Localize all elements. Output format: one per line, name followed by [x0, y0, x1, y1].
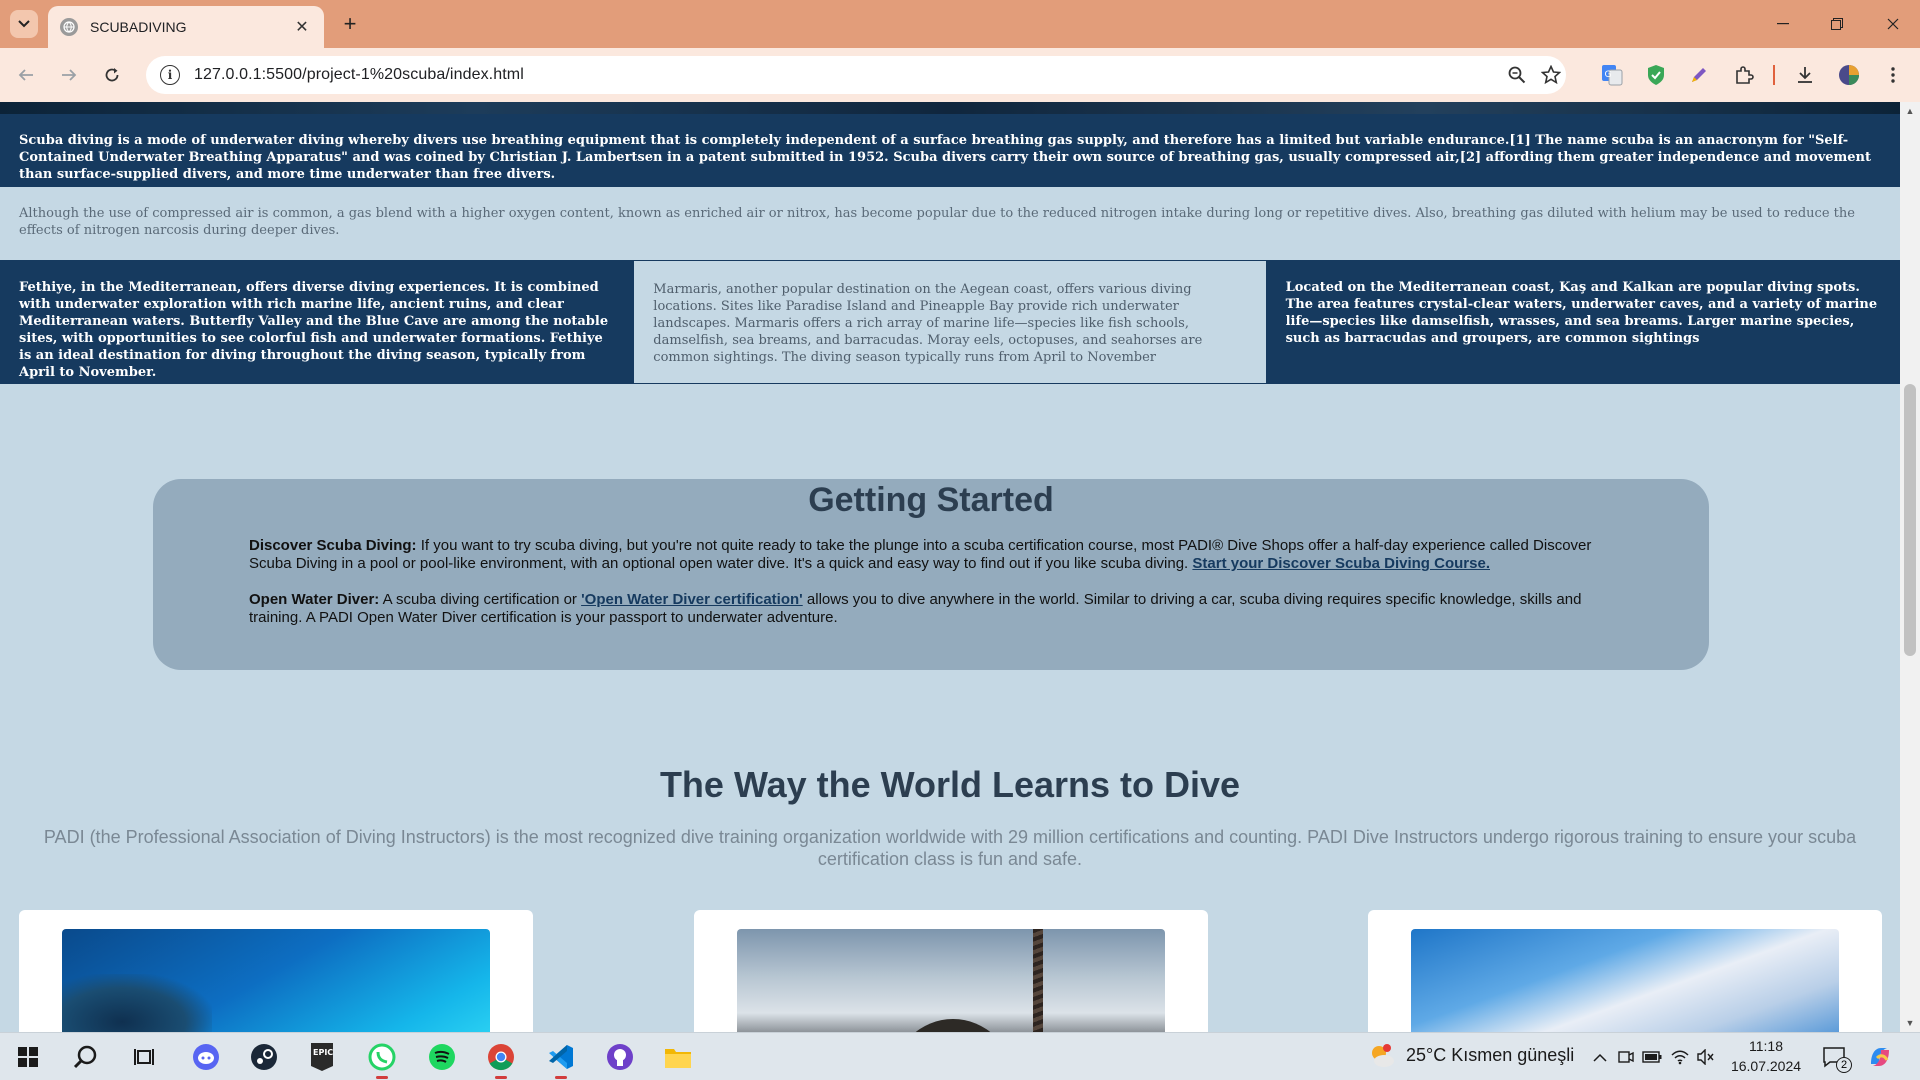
tab-title: SCUBADIVING — [90, 19, 187, 35]
address-bar[interactable]: i 127.0.0.1:5500/project-1%20scuba/index… — [146, 56, 1566, 94]
system-clock[interactable]: 11:18 16.07.2024 — [1716, 1036, 1816, 1076]
globe-icon — [60, 18, 78, 36]
forward-button[interactable] — [55, 61, 83, 89]
hero-image-bottom — [0, 102, 1900, 114]
epic-games-icon[interactable]: EPIC — [306, 1041, 338, 1073]
page-scrollbar[interactable]: ▲ ▼ — [1900, 102, 1920, 1032]
url-text: 127.0.0.1:5500/project-1%20scuba/index.h… — [194, 66, 524, 83]
world-section-description: PADI (the Professional Association of Di… — [43, 827, 1857, 869]
task-view-icon[interactable] — [128, 1041, 160, 1073]
close-window-button[interactable] — [1866, 0, 1920, 48]
arrow-left-icon — [18, 69, 33, 81]
diver-rope-photo — [737, 929, 1165, 1032]
bookmark-star-icon[interactable] — [1540, 64, 1562, 86]
minimize-icon — [1777, 23, 1789, 25]
world-section-title: The Way the World Learns to Dive — [659, 764, 1241, 805]
open-water-paragraph: Open Water Diver: A scuba diving certifi… — [249, 591, 1613, 627]
spotify-icon[interactable] — [426, 1041, 458, 1073]
site-info-icon[interactable]: i — [160, 65, 180, 85]
toolbar-divider — [1773, 65, 1775, 85]
pen-extension-icon[interactable] — [1686, 62, 1712, 88]
course-card[interactable] — [1368, 910, 1882, 1032]
destination-marmaris: Marmaris, another popular destination on… — [633, 260, 1267, 384]
browser-toolbar: i 127.0.0.1:5500/project-1%20scuba/index… — [0, 48, 1920, 102]
reload-button[interactable] — [98, 61, 126, 89]
weather-icon[interactable] — [1366, 1041, 1398, 1073]
notification-count-badge: 2 — [1836, 1057, 1852, 1073]
browser-tab-bar: SCUBADIVING ✕ + — [0, 0, 1920, 48]
close-icon — [1887, 18, 1899, 30]
getting-started-box: Getting Started Discover Scuba Diving: I… — [153, 479, 1709, 670]
file-explorer-icon[interactable] — [662, 1041, 694, 1073]
discover-scuba-paragraph: Discover Scuba Diving: If you want to tr… — [249, 537, 1613, 573]
zoom-icon[interactable] — [1506, 64, 1528, 86]
discover-scuba-label: Discover Scuba Diving: — [249, 537, 417, 554]
clock-time: 11:18 — [1749, 1038, 1783, 1054]
minimize-button[interactable] — [1756, 0, 1810, 48]
intro-paragraph: Scuba diving is a mode of underwater div… — [0, 114, 1900, 187]
tab-search-button[interactable] — [10, 10, 38, 38]
arrow-right-icon — [62, 69, 77, 81]
windows-taskbar: EPIC 25°C Kısmen güneşli 11:18 16.07.202… — [0, 1032, 1920, 1080]
browser-tab[interactable]: SCUBADIVING ✕ — [48, 6, 324, 48]
destination-kas-kalkan: Located on the Mediterranean coast, Kaş … — [1266, 260, 1900, 384]
vscode-icon[interactable] — [545, 1041, 577, 1079]
restore-icon — [1831, 18, 1843, 30]
chrome-icon[interactable] — [485, 1041, 517, 1079]
course-card[interactable] — [694, 910, 1208, 1032]
getting-started-title: Getting Started — [808, 481, 1054, 519]
steam-icon[interactable] — [248, 1041, 280, 1073]
destination-fethiye: Fethiye, in the Mediterranean, offers di… — [0, 260, 634, 384]
course-card[interactable] — [19, 910, 533, 1032]
underwater-photo — [62, 929, 490, 1032]
profile-avatar[interactable] — [1836, 62, 1862, 88]
svg-text:EPIC: EPIC — [313, 1048, 333, 1057]
open-water-label: Open Water Diver: — [249, 591, 380, 608]
svg-text:G: G — [1605, 70, 1612, 80]
whatsapp-icon[interactable] — [366, 1041, 398, 1079]
notification-center-icon[interactable]: 2 — [1818, 1041, 1852, 1073]
shield-check-icon[interactable] — [1643, 62, 1669, 88]
reload-icon — [105, 68, 119, 82]
discord-icon[interactable] — [190, 1041, 222, 1073]
scroll-down-arrow-icon[interactable]: ▼ — [1900, 1014, 1920, 1032]
discover-scuba-link[interactable]: Start your Discover Scuba Diving Course. — [1192, 555, 1490, 572]
open-water-text-a: A scuba diving certification or — [379, 591, 582, 608]
nitrox-paragraph: Although the use of compressed air is co… — [0, 187, 1900, 260]
chevron-down-icon — [18, 20, 30, 28]
destinations-row: Fethiye, in the Mediterranean, offers di… — [0, 260, 1900, 384]
windows-start-icon[interactable] — [12, 1041, 44, 1073]
download-icon[interactable] — [1792, 62, 1818, 88]
restore-button[interactable] — [1810, 0, 1864, 48]
clock-date: 16.07.2024 — [1730, 1058, 1802, 1074]
google-translate-icon[interactable]: G — [1599, 62, 1625, 88]
copilot-icon[interactable] — [1864, 1041, 1896, 1073]
back-button[interactable] — [12, 61, 40, 89]
page-viewport: Scuba diving is a mode of underwater div… — [0, 102, 1900, 1032]
extensions-puzzle-icon[interactable] — [1731, 62, 1757, 88]
close-tab-icon[interactable]: ✕ — [292, 17, 312, 37]
scroll-thumb[interactable] — [1904, 384, 1916, 656]
search-icon[interactable] — [70, 1041, 102, 1073]
new-tab-button[interactable]: + — [336, 10, 364, 38]
github-icon[interactable] — [604, 1041, 636, 1073]
open-water-link[interactable]: 'Open Water Diver certification' — [581, 591, 803, 608]
weather-text[interactable]: 25°C Kısmen güneşli — [1406, 1045, 1574, 1066]
sky-clouds-photo — [1411, 929, 1839, 1032]
scroll-up-arrow-icon[interactable]: ▲ — [1900, 102, 1920, 120]
more-menu-icon[interactable] — [1880, 62, 1906, 88]
